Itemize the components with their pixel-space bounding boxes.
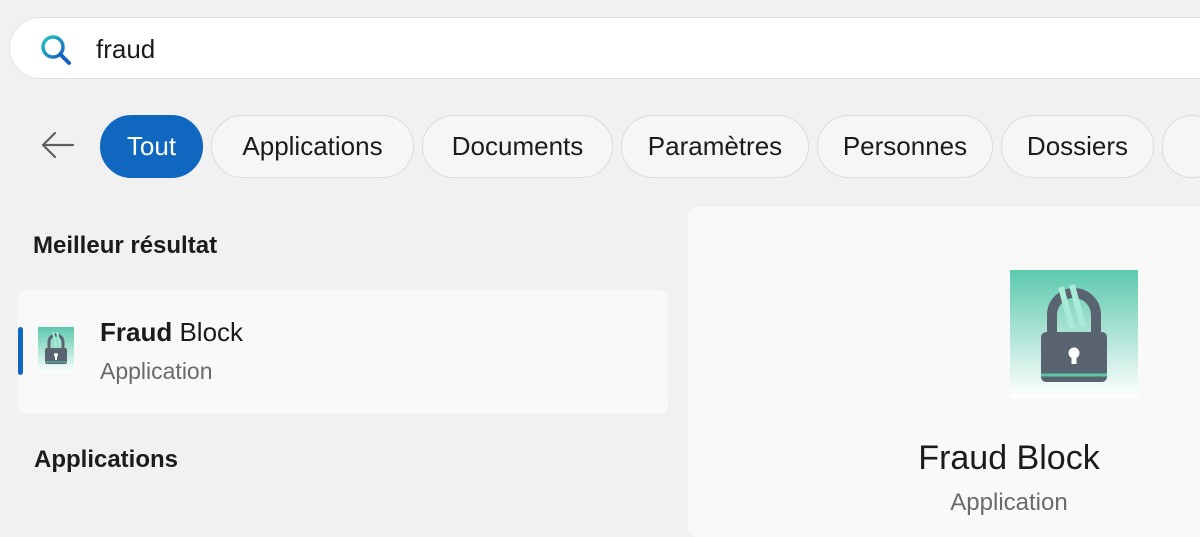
applications-heading: Applications: [34, 446, 179, 473]
best-result-name: Fraud Block: [100, 317, 244, 347]
selection-indicator: [18, 327, 23, 375]
fraud-block-app-icon: [38, 327, 74, 373]
tab-settings[interactable]: Paramètres: [621, 115, 809, 178]
back-arrow-icon: [40, 130, 76, 165]
preview-app-name: Fraud Block: [918, 439, 1100, 477]
best-result-card[interactable]: Fraud Block Application: [18, 290, 668, 413]
preview-app-type: Application: [950, 489, 1068, 516]
tab-people[interactable]: Personnes: [817, 115, 993, 178]
best-result-heading: Meilleur résultat: [33, 232, 218, 259]
fraud-block-app-icon: [1010, 270, 1138, 398]
back-button[interactable]: [36, 125, 80, 169]
tab-applications[interactable]: Applications: [211, 115, 414, 178]
best-result-type: Application: [100, 358, 213, 384]
search-icon: [38, 32, 74, 68]
search-bar[interactable]: fraud: [9, 17, 1200, 79]
preview-panel: Fraud Block Application: [688, 207, 1200, 537]
tab-all[interactable]: Tout: [100, 115, 203, 178]
tab-folders[interactable]: Dossiers: [1001, 115, 1154, 178]
tab-documents[interactable]: Documents: [422, 115, 613, 178]
tab-more[interactable]: [1162, 115, 1200, 178]
search-input[interactable]: fraud: [96, 32, 155, 66]
